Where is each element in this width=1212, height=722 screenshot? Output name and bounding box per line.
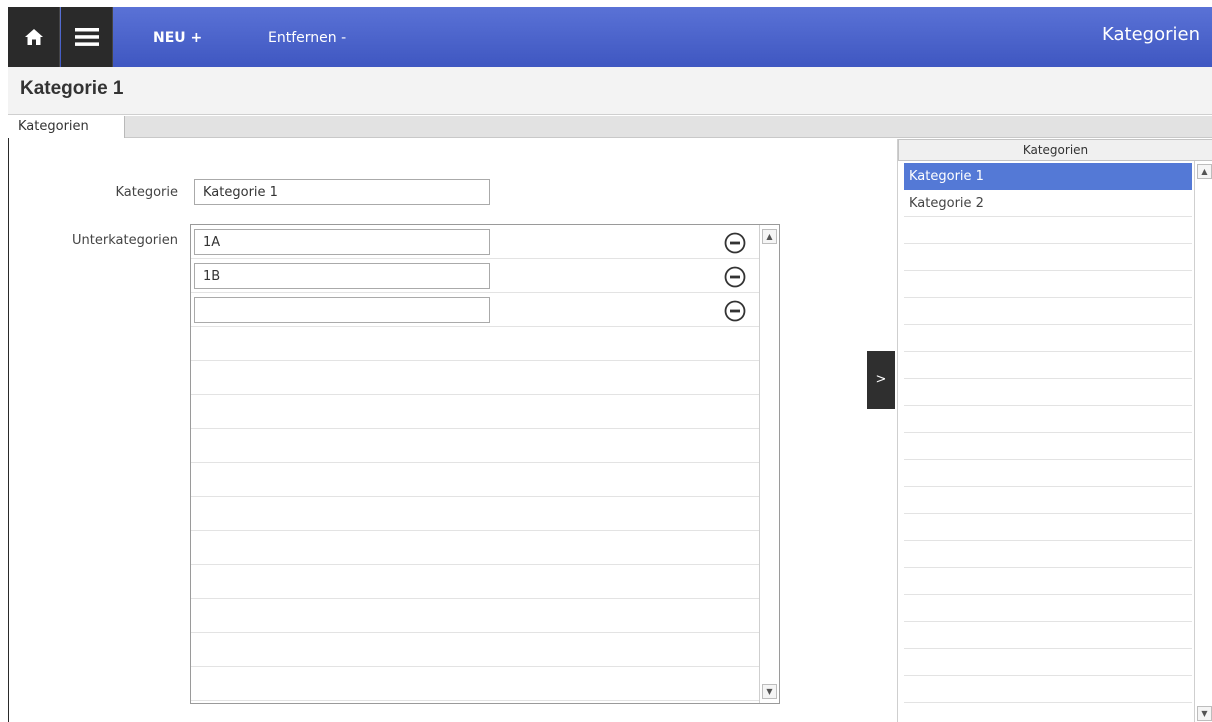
empty-list-row [904,568,1192,595]
hamburger-menu-icon [74,28,99,46]
empty-list-row [904,676,1192,703]
empty-list-row [904,622,1192,649]
empty-list-row [904,487,1192,514]
content-left-border [8,138,9,722]
kategorien-list: Kategorie 1 Kategorie 2 [898,161,1194,722]
empty-row [191,599,759,633]
list-item[interactable]: Kategorie 2 [904,190,1192,217]
empty-list-row [904,298,1192,325]
empty-row [191,531,759,565]
empty-list-row [904,217,1192,244]
unterkategorien-label: Unterkategorien [72,233,178,248]
empty-list-row [904,406,1192,433]
app-title: Kategorien [1102,24,1200,45]
empty-list-row [904,595,1192,622]
home-button[interactable] [8,7,60,67]
empty-row [191,429,759,463]
page-title: Kategorie 1 [20,78,124,99]
unterkategorien-rows [191,225,759,703]
subcategory-input[interactable] [194,229,490,255]
list-header: Kategorien [898,139,1212,161]
subcategory-input[interactable] [194,297,490,323]
panel-toggle-button[interactable]: > [867,351,895,409]
empty-list-row [904,271,1192,298]
kategorien-list-panel: Kategorien Kategorie 1 Kategorie 2 ▲ ▼ [897,139,1212,722]
scroll-up-arrow-icon[interactable]: ▲ [1197,164,1212,179]
minus-circle-icon[interactable] [724,300,746,322]
empty-row [191,361,759,395]
subcategory-row [191,293,759,327]
empty-list-row [904,460,1192,487]
remove-button[interactable]: Entfernen - [268,7,346,67]
scroll-down-arrow-icon[interactable]: ▼ [762,684,777,699]
menu-button[interactable] [61,7,113,67]
kategorie-label: Kategorie [115,185,178,200]
empty-list-row [904,379,1192,406]
minus-circle-icon[interactable] [724,232,746,254]
empty-list-row [904,514,1192,541]
subcategory-row [191,225,759,259]
empty-row [191,327,759,361]
empty-row [191,497,759,531]
kategorie-input[interactable] [194,179,490,205]
empty-list-row [904,352,1192,379]
empty-list-row [904,244,1192,271]
empty-row [191,633,759,667]
subcategory-row [191,259,759,293]
tab-kategorien[interactable]: Kategorien [8,116,125,138]
list-item[interactable]: Kategorie 1 [904,163,1192,190]
empty-row [191,565,759,599]
empty-list-row [904,433,1192,460]
empty-row [191,667,759,701]
subcategory-input[interactable] [194,263,490,289]
home-icon [24,29,43,45]
scroll-down-arrow-icon[interactable]: ▼ [1197,706,1212,721]
kategorien-list-scrollbar[interactable]: ▲ ▼ [1194,161,1212,722]
tab-bar: Kategorien [8,116,1212,138]
empty-list-row [904,325,1192,352]
unterkategorien-grid: ▲ ▼ [190,224,780,704]
top-toolbar: NEU + Entfernen - Kategorien [8,7,1212,67]
empty-list-row [904,541,1192,568]
new-button[interactable]: NEU + [153,7,202,67]
empty-list-row [904,649,1192,676]
scroll-up-arrow-icon[interactable]: ▲ [762,229,777,244]
empty-row [191,463,759,497]
unterkategorien-scrollbar[interactable]: ▲ ▼ [759,225,779,703]
minus-circle-icon[interactable] [724,266,746,288]
page-header: Kategorie 1 [8,67,1212,115]
empty-row [191,395,759,429]
